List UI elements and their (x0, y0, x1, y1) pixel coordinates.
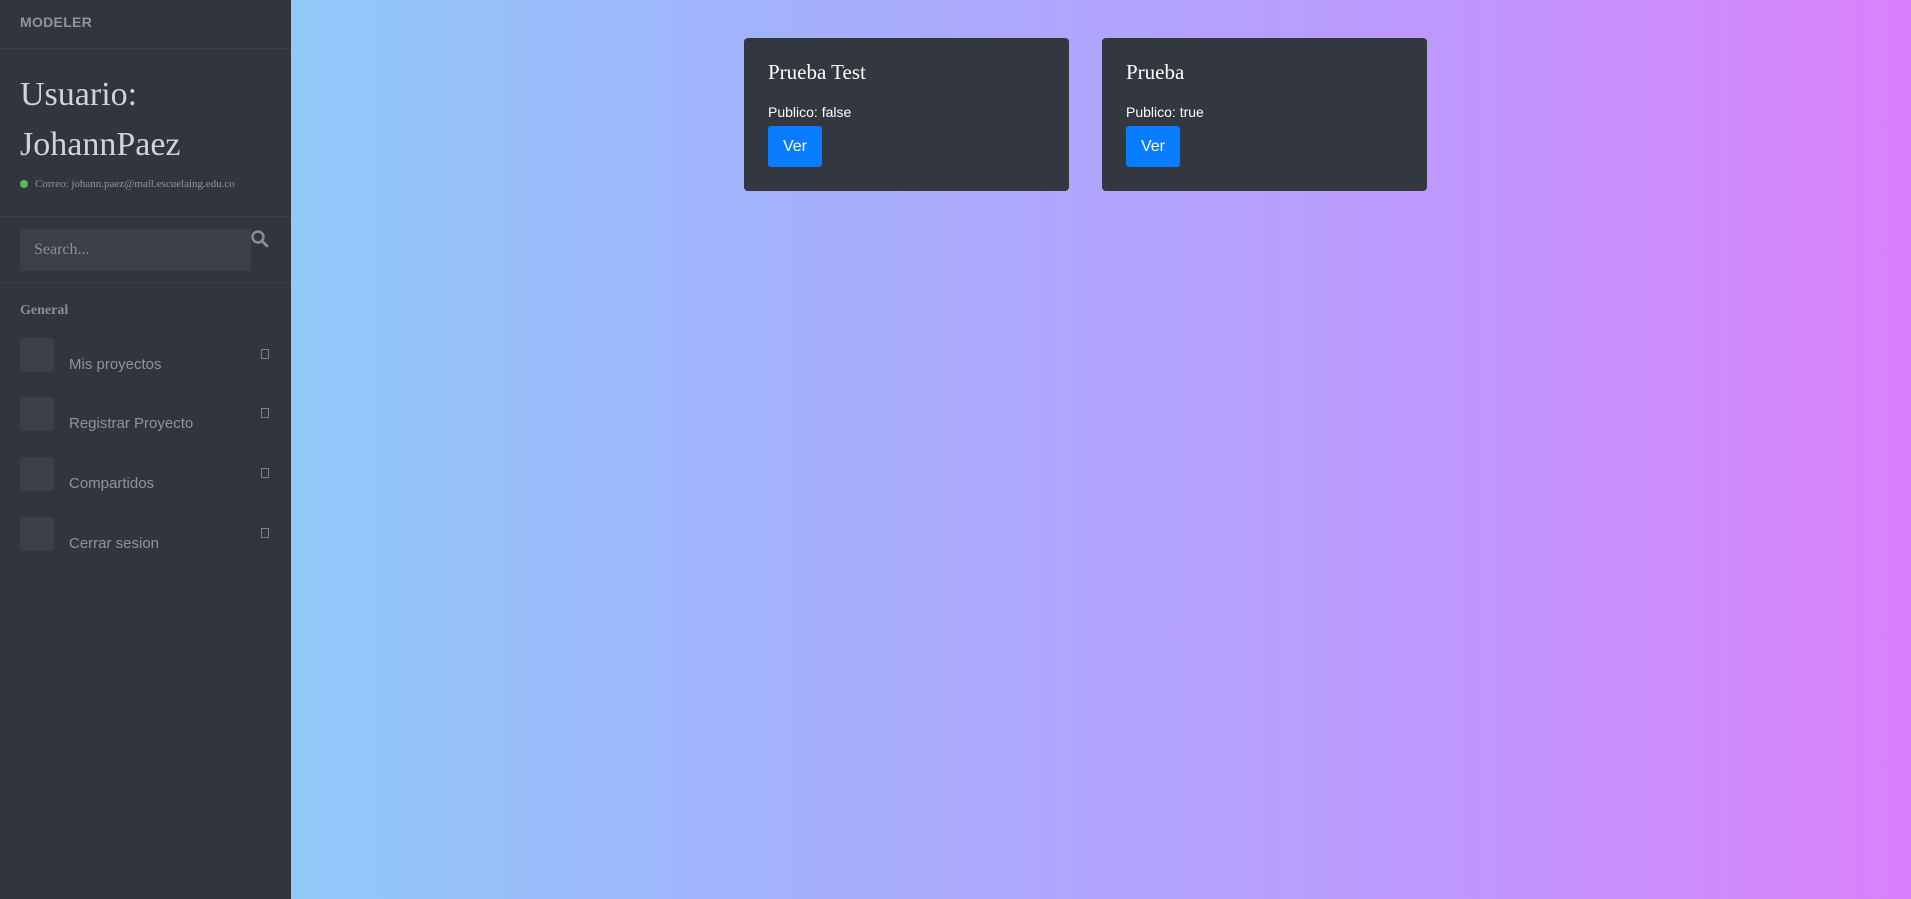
menu-icon-box (20, 338, 54, 372)
main-content: Prueba Test Publico: false Ver Prueba Pu… (291, 0, 1911, 899)
sidebar-item-mis-proyectos[interactable]: Mis proyectos (0, 338, 291, 386)
menu-icon-box (20, 517, 54, 551)
user-email: Correo: johann.paez@mail.escuelaing.edu.… (35, 178, 235, 190)
chevron-icon (261, 408, 269, 418)
search-input[interactable] (20, 229, 251, 271)
user-name: Usuario: JohannPaez (20, 76, 181, 163)
brand-title[interactable]: MODELER (20, 14, 92, 30)
project-title: Prueba Test (768, 60, 866, 84)
project-public-status: Publico: true (1126, 104, 1204, 120)
sidebar: MODELER Usuario: JohannPaez Correo: joha… (0, 0, 291, 899)
sidebar-item-cerrar-sesion[interactable]: Cerrar sesion (0, 517, 291, 565)
menu-icon-box (20, 457, 54, 491)
project-card: Prueba Publico: true Ver (1102, 38, 1427, 191)
menu-icon-box (20, 397, 54, 431)
divider (0, 48, 291, 49)
search-icon[interactable] (250, 229, 270, 249)
sidebar-item-label: Mis proyectos (69, 356, 162, 373)
view-project-button[interactable]: Ver (768, 126, 822, 167)
chevron-icon (261, 468, 269, 478)
status-dot-icon (20, 180, 28, 188)
project-public-status: Publico: false (768, 104, 852, 120)
view-project-button[interactable]: Ver (1126, 126, 1180, 167)
sidebar-item-label: Compartidos (69, 475, 155, 492)
divider (0, 216, 291, 217)
chevron-icon (261, 528, 269, 538)
sidebar-item-compartidos[interactable]: Compartidos (0, 457, 291, 505)
user-email-row: Correo: johann.paez@mail.escuelaing.edu.… (20, 178, 235, 190)
divider (0, 282, 291, 283)
sidebar-item-registrar-proyecto[interactable]: Registrar Proyecto (0, 397, 291, 445)
sidebar-item-label: Registrar Proyecto (69, 415, 194, 432)
chevron-icon (261, 349, 269, 359)
sidebar-item-label: Cerrar sesion (69, 535, 160, 552)
section-label-general: General (20, 303, 69, 318)
project-card: Prueba Test Publico: false Ver (744, 38, 1069, 191)
project-title: Prueba (1126, 60, 1185, 84)
